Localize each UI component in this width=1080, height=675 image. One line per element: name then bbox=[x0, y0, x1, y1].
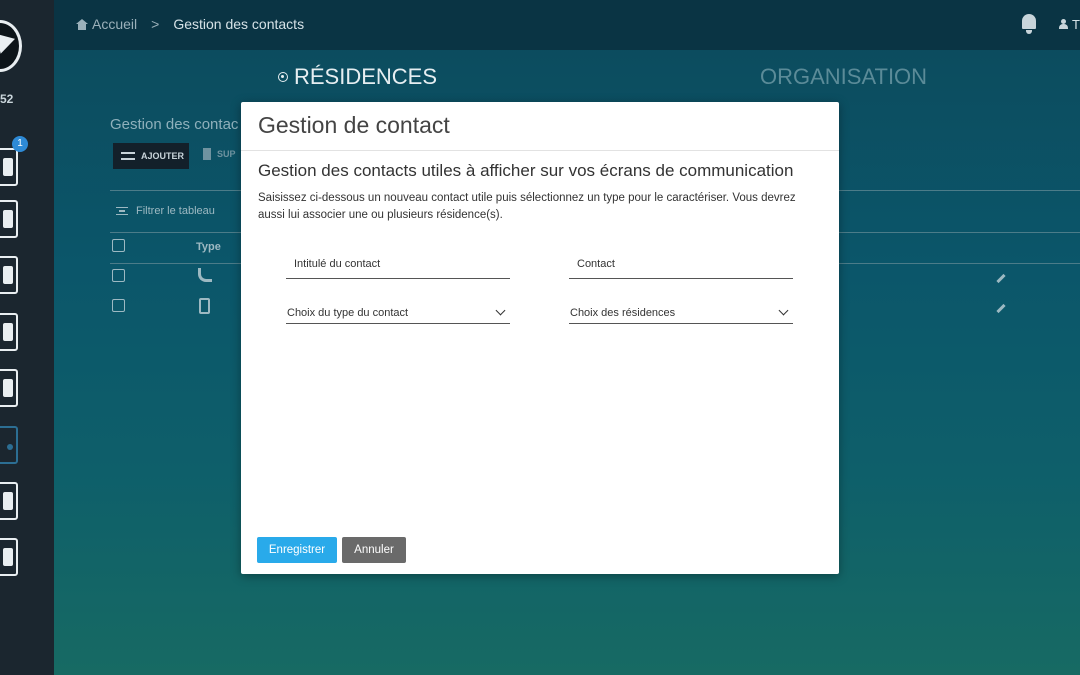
residences-select[interactable]: Choix des résidences bbox=[569, 302, 793, 324]
modal-title: Gestion de contact bbox=[258, 112, 450, 138]
bell-icon[interactable] bbox=[1020, 14, 1038, 34]
sidebar-item-play[interactable] bbox=[0, 538, 18, 576]
playlist-add-icon bbox=[121, 152, 135, 160]
contact-icon bbox=[7, 444, 13, 450]
wrench-icon bbox=[3, 266, 13, 284]
phone-icon bbox=[198, 268, 212, 282]
sidebar-count: 52 bbox=[0, 92, 14, 106]
user-name[interactable]: T bbox=[1072, 17, 1080, 32]
tab-organisation[interactable]: ORGANISATION bbox=[760, 64, 927, 90]
row-checkbox[interactable] bbox=[112, 299, 125, 312]
contact-title-input[interactable] bbox=[286, 252, 510, 278]
save-button[interactable]: Enregistrer bbox=[257, 537, 337, 563]
sidebar: 52 1 bbox=[0, 0, 54, 675]
section-title: Gestion des contac bbox=[110, 116, 239, 133]
select-all-checkbox[interactable] bbox=[112, 239, 125, 252]
modal-description: Saisissez ci-dessous un nouveau contact … bbox=[258, 192, 796, 221]
filter-icon bbox=[116, 207, 128, 215]
breadcrumb-separator: > bbox=[151, 16, 160, 32]
sidebar-item-edit[interactable] bbox=[0, 200, 18, 238]
home-icon bbox=[76, 18, 88, 30]
row-checkbox[interactable] bbox=[112, 269, 125, 282]
add-button[interactable]: AJOUTER bbox=[113, 143, 189, 169]
delete-button[interactable]: SUP bbox=[203, 148, 236, 160]
table-filter[interactable]: Filtrer le tableau bbox=[116, 205, 215, 217]
residences-select-label: Choix des résidences bbox=[570, 306, 676, 319]
modal-header: Gestion de contact bbox=[241, 102, 839, 151]
chevron-down-icon bbox=[495, 305, 506, 316]
edit-icon bbox=[3, 210, 13, 228]
gear-icon bbox=[3, 492, 13, 510]
mobile-phone-icon bbox=[199, 298, 210, 314]
user-icon[interactable] bbox=[1059, 19, 1068, 29]
modal-subtitle: Gestion des contacts utiles à afficher s… bbox=[258, 161, 794, 180]
radio-selected-icon bbox=[278, 72, 288, 82]
table-filter-label: Filtrer le tableau bbox=[136, 205, 215, 217]
trash-icon bbox=[203, 148, 211, 160]
notification-badge: 1 bbox=[12, 136, 28, 152]
contact-value-input[interactable] bbox=[569, 252, 793, 278]
column-header-type: Type bbox=[196, 241, 221, 253]
users-icon bbox=[3, 323, 13, 341]
contact-modal: Gestion de contact Gestion des contacts … bbox=[241, 102, 839, 574]
logo[interactable] bbox=[0, 20, 22, 72]
tab-residences-label: RÉSIDENCES bbox=[294, 64, 438, 89]
contact-type-select-label: Choix du type du contact bbox=[287, 306, 409, 319]
envelope-icon bbox=[3, 158, 13, 176]
contact-title-field bbox=[286, 252, 510, 279]
tab-residences[interactable]: RÉSIDENCES bbox=[278, 64, 437, 90]
sidebar-item-contacts[interactable] bbox=[0, 426, 18, 464]
add-button-label: AJOUTER bbox=[141, 151, 185, 161]
chevron-down-icon bbox=[778, 305, 789, 316]
breadcrumb: Accueil > Gestion des contacts bbox=[76, 16, 304, 32]
sidebar-item-documents[interactable] bbox=[0, 369, 18, 407]
play-icon bbox=[3, 548, 13, 566]
sidebar-item-services[interactable] bbox=[0, 256, 18, 294]
sidebar-item-settings[interactable] bbox=[0, 482, 18, 520]
sidebar-item-users[interactable] bbox=[0, 313, 18, 351]
document-icon bbox=[3, 379, 13, 397]
sidebar-item-messages[interactable] bbox=[0, 148, 18, 186]
cancel-button[interactable]: Annuler bbox=[342, 537, 406, 563]
breadcrumb-current: Gestion des contacts bbox=[173, 16, 305, 32]
contact-type-select[interactable]: Choix du type du contact bbox=[286, 302, 510, 324]
breadcrumb-home[interactable]: Accueil bbox=[92, 16, 137, 32]
contact-value-field bbox=[569, 252, 793, 279]
delete-button-label: SUP bbox=[217, 149, 236, 159]
